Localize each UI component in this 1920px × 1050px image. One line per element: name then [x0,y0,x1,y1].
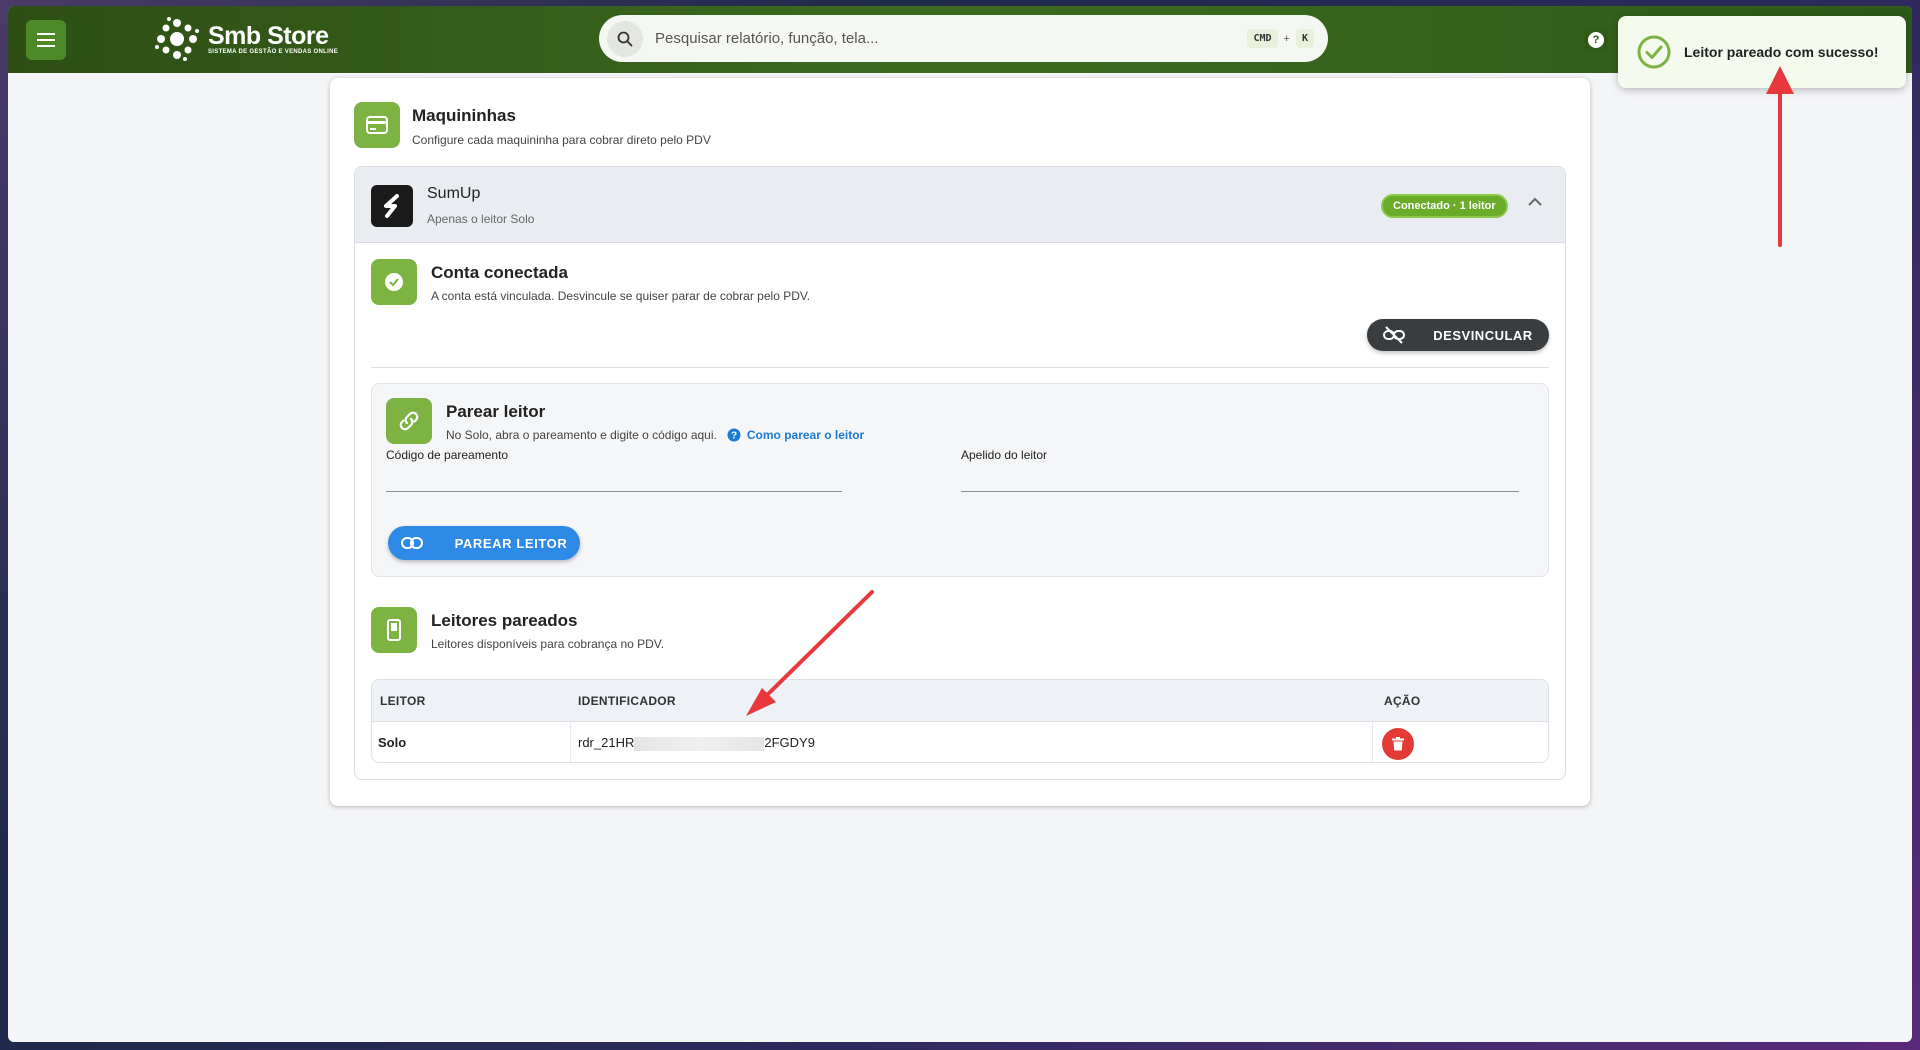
column-separator [570,722,571,762]
readers-subtitle: Leitores disponíveis para cobrança no PD… [431,637,665,651]
toast-message: Leitor pareado com sucesso! [1684,44,1879,60]
link-icon [400,537,423,549]
hamburger-icon [37,33,55,47]
logo-icon [155,17,199,61]
pair-subtitle: No Solo, abra o pareamento e digite o có… [446,428,717,442]
delete-reader-button[interactable] [1382,728,1414,760]
col-action: AÇÃO [1384,694,1421,708]
main-card: Maquininhas Configure cada maquininha pa… [330,78,1590,806]
global-search[interactable]: Pesquisar relatório, função, tela... CMD… [599,15,1328,62]
col-reader: LEITOR [380,694,426,708]
pairing-code-label: Código de pareamento [386,448,509,462]
brand-logo[interactable]: Smb Store SISTEMA DE GESTÃO E VENDAS ONL… [154,14,338,64]
pairing-code-underline [386,491,842,492]
chevron-up-icon[interactable] [1527,197,1543,207]
search-input[interactable]: Pesquisar relatório, função, tela... [655,30,1247,47]
device-icon [371,607,417,653]
check-circle-icon [1637,35,1671,69]
reader-nickname-underline [961,491,1519,492]
status-badge: Conectado · 1 leitor [1381,194,1508,218]
provider-header[interactable]: SumUp Apenas o leitor Solo Conectado · 1… [355,167,1565,243]
unlink-button[interactable]: DESVINCULAR [1367,319,1549,351]
help-button[interactable]: ? [1584,28,1608,52]
redacted-block [634,736,765,751]
col-identifier: IDENTIFICADOR [578,694,676,708]
brand-title: Smb Store [208,22,329,50]
pair-reader-button[interactable]: PAREAR LEITOR [388,526,580,560]
trash-icon [1392,737,1404,751]
reader-nickname-label: Apelido do leitor [961,448,1048,462]
provider-panel-sumup: SumUp Apenas o leitor Solo Conectado · 1… [354,166,1566,780]
reader-nickname-input[interactable] [961,464,1519,490]
link-icon [386,398,432,444]
shortcut-plus: + [1283,32,1290,45]
identifier-suffix: 2FGDY9 [764,735,815,750]
account-subtitle: A conta está vinculada. Desvincule se qu… [431,289,811,303]
unlink-icon [1383,326,1406,344]
menu-button[interactable] [26,20,66,60]
pairing-code-input[interactable] [386,464,842,490]
identifier-prefix: rdr_21HR [578,735,635,750]
help-icon: ? [1588,32,1604,48]
help-link[interactable]: ? Como parear o leitor [727,428,864,442]
provider-subtitle: Apenas o leitor Solo [427,212,535,226]
success-toast: Leitor pareado com sucesso! [1618,16,1906,88]
readers-table: LEITOR IDENTIFICADOR AÇÃO Solo rdr_21HR 2… [371,679,1549,763]
app-window: Smb Store SISTEMA DE GESTÃO E VENDAS ONL… [8,6,1912,1042]
readers-title: Leitores pareados [431,611,578,630]
table-header: LEITOR IDENTIFICADOR AÇÃO [372,680,1548,722]
reader-name: Solo [378,735,407,750]
check-icon [385,273,403,291]
sumup-logo-icon [371,185,413,227]
pair-reader-label: PAREAR LEITOR [454,535,568,551]
reader-identifier: rdr_21HR 2FGDY9 [578,735,815,751]
card-payment-icon [354,102,400,148]
shortcut-k-key: K [1295,29,1314,48]
svg-text:?: ? [731,431,737,442]
account-icon [371,259,417,305]
table-row: Solo rdr_21HR 2FGDY9 [372,722,1548,762]
page-subtitle: Configure cada maquininha para cobrar di… [412,133,711,147]
pair-reader-section: Parear leitor No Solo, abra o pareamento… [371,383,1549,577]
column-separator [1372,722,1373,762]
pair-title: Parear leitor [446,402,546,421]
brand-subtitle: SISTEMA DE GESTÃO E VENDAS ONLINE [208,49,339,55]
help-link-label: Como parear o leitor [746,428,865,442]
search-icon [607,20,643,57]
provider-name: SumUp [427,185,481,202]
divider [371,367,1549,368]
unlink-label: DESVINCULAR [1433,327,1533,343]
page-title: Maquininhas [412,106,516,125]
shortcut-cmd-key: CMD [1247,29,1278,48]
question-icon: ? [727,428,741,442]
account-title: Conta conectada [431,263,568,282]
